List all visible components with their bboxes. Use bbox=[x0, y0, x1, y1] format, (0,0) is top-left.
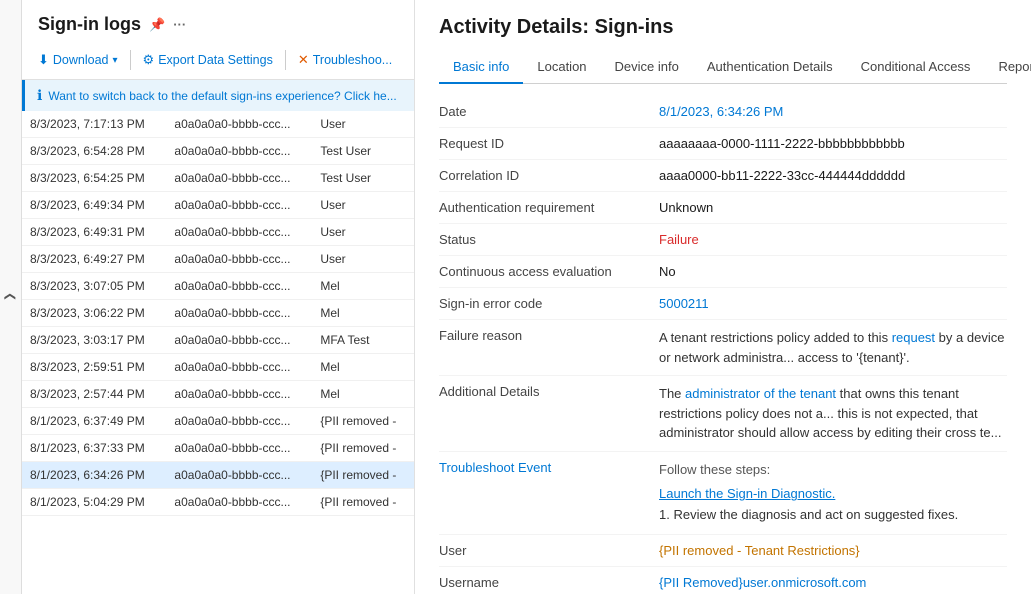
toolbar-divider-2 bbox=[285, 50, 286, 70]
troubleshoot-button[interactable]: ✕ Troubleshoo... bbox=[290, 47, 400, 73]
table-row[interactable]: 8/1/2023, 6:37:49 PM a0a0a0a0-bbbb-ccc..… bbox=[22, 408, 414, 435]
tab-report-only[interactable]: Report-only bbox=[984, 51, 1031, 84]
detail-value: 8/1/2023, 6:34:26 PM bbox=[659, 96, 1007, 128]
detail-label: Request ID bbox=[439, 128, 659, 160]
detail-row: Correlation IDaaaa0000-bb11-2222-33cc-44… bbox=[439, 160, 1007, 192]
follow-steps-label: Follow these steps: bbox=[659, 460, 1007, 481]
detail-row: Troubleshoot Event Follow these steps: L… bbox=[439, 451, 1007, 534]
detail-value: No bbox=[659, 256, 1007, 288]
log-table: 8/3/2023, 7:17:13 PM a0a0a0a0-bbbb-ccc..… bbox=[22, 111, 414, 516]
tab-conditional-access[interactable]: Conditional Access bbox=[847, 51, 985, 84]
detail-value: aaaaaaaa-0000-1111-2222-bbbbbbbbbbbb bbox=[659, 128, 1007, 160]
detail-row: StatusFailure bbox=[439, 224, 1007, 256]
detail-label: Authentication requirement bbox=[439, 192, 659, 224]
detail-label: Date bbox=[439, 96, 659, 128]
table-row[interactable]: 8/1/2023, 6:37:33 PM a0a0a0a0-bbbb-ccc..… bbox=[22, 435, 414, 462]
info-icon: ℹ bbox=[37, 87, 42, 104]
launch-diagnostic-link[interactable]: Launch the Sign-in Diagnostic. bbox=[659, 486, 835, 501]
settings-icon: ⚙ bbox=[143, 52, 155, 68]
table-row[interactable]: 8/3/2023, 6:54:28 PM a0a0a0a0-bbbb-ccc..… bbox=[22, 138, 414, 165]
table-row[interactable]: 8/1/2023, 5:04:29 PM a0a0a0a0-bbbb-ccc..… bbox=[22, 489, 414, 516]
detail-label: Username bbox=[439, 566, 659, 594]
tabs-container: Basic infoLocationDevice infoAuthenticat… bbox=[439, 51, 1007, 84]
detail-table: Date8/1/2023, 6:34:26 PMRequest IDaaaaaa… bbox=[439, 96, 1007, 594]
left-panel-header: Sign-in logs 📌 ··· bbox=[22, 0, 414, 41]
detail-row: User{PII removed - Tenant Restrictions} bbox=[439, 534, 1007, 566]
detail-row: Sign-in error code5000211 bbox=[439, 288, 1007, 320]
detail-content: Date8/1/2023, 6:34:26 PMRequest IDaaaaaa… bbox=[415, 84, 1031, 594]
table-row[interactable]: 8/3/2023, 3:03:17 PM a0a0a0a0-bbbb-ccc..… bbox=[22, 327, 414, 354]
detail-value: {PII removed - Tenant Restrictions} bbox=[659, 534, 1007, 566]
detail-label: Failure reason bbox=[439, 320, 659, 376]
detail-label: Sign-in error code bbox=[439, 288, 659, 320]
table-row[interactable]: 8/3/2023, 7:17:13 PM a0a0a0a0-bbbb-ccc..… bbox=[22, 111, 414, 138]
info-banner[interactable]: ℹ Want to switch back to the default sig… bbox=[22, 80, 414, 111]
tab-device-info[interactable]: Device info bbox=[601, 51, 693, 84]
download-button[interactable]: ⬇ Download ▾ bbox=[30, 47, 126, 73]
toolbar: ⬇ Download ▾ ⚙ Export Data Settings ✕ Tr… bbox=[22, 41, 414, 80]
table-row[interactable]: 8/3/2023, 6:49:34 PM a0a0a0a0-bbbb-ccc..… bbox=[22, 192, 414, 219]
detail-label: Correlation ID bbox=[439, 160, 659, 192]
detail-row: Date8/1/2023, 6:34:26 PM bbox=[439, 96, 1007, 128]
detail-label: User bbox=[439, 534, 659, 566]
detail-row: Continuous access evaluationNo bbox=[439, 256, 1007, 288]
detail-row: Request IDaaaaaaaa-0000-1111-2222-bbbbbb… bbox=[439, 128, 1007, 160]
table-row[interactable]: 8/3/2023, 6:49:27 PM a0a0a0a0-bbbb-ccc..… bbox=[22, 246, 414, 273]
table-row[interactable]: 8/3/2023, 6:49:31 PM a0a0a0a0-bbbb-ccc..… bbox=[22, 219, 414, 246]
collapse-icon: ❮ bbox=[4, 292, 17, 301]
more-options-icon[interactable]: ··· bbox=[173, 17, 186, 32]
right-panel: Activity Details: Sign-ins Basic infoLoc… bbox=[415, 0, 1031, 594]
detail-value: {PII Removed}user.onmicrosoft.com bbox=[659, 566, 1007, 594]
export-data-settings-button[interactable]: ⚙ Export Data Settings bbox=[135, 47, 281, 73]
collapse-panel-button[interactable]: ❮ bbox=[0, 0, 22, 594]
detail-value: 5000211 bbox=[659, 288, 1007, 320]
download-icon: ⬇ bbox=[38, 52, 49, 68]
detail-label: Status bbox=[439, 224, 659, 256]
detail-label: Troubleshoot Event bbox=[439, 451, 659, 534]
right-panel-header: Activity Details: Sign-ins Basic infoLoc… bbox=[415, 0, 1031, 84]
troubleshoot-icon: ✕ bbox=[298, 52, 309, 68]
tab-auth-details[interactable]: Authentication Details bbox=[693, 51, 847, 84]
step-1-label: 1. Review the diagnosis and act on sugge… bbox=[659, 505, 1007, 526]
page-title: Sign-in logs bbox=[38, 14, 141, 35]
tab-location[interactable]: Location bbox=[523, 51, 600, 84]
detail-label: Additional Details bbox=[439, 376, 659, 452]
detail-value: Follow these steps: Launch the Sign-in D… bbox=[659, 451, 1007, 534]
detail-value: The administrator of the tenant that own… bbox=[659, 376, 1007, 452]
table-row[interactable]: 8/3/2023, 2:59:51 PM a0a0a0a0-bbbb-ccc..… bbox=[22, 354, 414, 381]
detail-row: Authentication requirementUnknown bbox=[439, 192, 1007, 224]
table-row[interactable]: 8/3/2023, 3:06:22 PM a0a0a0a0-bbbb-ccc..… bbox=[22, 300, 414, 327]
table-row[interactable]: 8/3/2023, 6:54:25 PM a0a0a0a0-bbbb-ccc..… bbox=[22, 165, 414, 192]
detail-value: A tenant restrictions policy added to th… bbox=[659, 320, 1007, 376]
table-row[interactable]: 8/1/2023, 6:34:26 PM a0a0a0a0-bbbb-ccc..… bbox=[22, 462, 414, 489]
download-chevron-icon: ▾ bbox=[113, 55, 118, 66]
detail-value: Failure bbox=[659, 224, 1007, 256]
detail-row: Additional DetailsThe administrator of t… bbox=[439, 376, 1007, 452]
activity-title: Activity Details: Sign-ins bbox=[439, 16, 1007, 39]
detail-label: Continuous access evaluation bbox=[439, 256, 659, 288]
detail-row: Failure reasonA tenant restrictions poli… bbox=[439, 320, 1007, 376]
tab-basic-info[interactable]: Basic info bbox=[439, 51, 523, 84]
detail-row: Username{PII Removed}user.onmicrosoft.co… bbox=[439, 566, 1007, 594]
table-row[interactable]: 8/3/2023, 3:07:05 PM a0a0a0a0-bbbb-ccc..… bbox=[22, 273, 414, 300]
table-row[interactable]: 8/3/2023, 2:57:44 PM a0a0a0a0-bbbb-ccc..… bbox=[22, 381, 414, 408]
toolbar-divider bbox=[130, 50, 131, 70]
detail-value: Unknown bbox=[659, 192, 1007, 224]
pin-icon[interactable]: 📌 bbox=[149, 17, 165, 33]
log-table-container: 8/3/2023, 7:17:13 PM a0a0a0a0-bbbb-ccc..… bbox=[22, 111, 414, 594]
detail-value: aaaa0000-bb11-2222-33cc-444444dddddd bbox=[659, 160, 1007, 192]
